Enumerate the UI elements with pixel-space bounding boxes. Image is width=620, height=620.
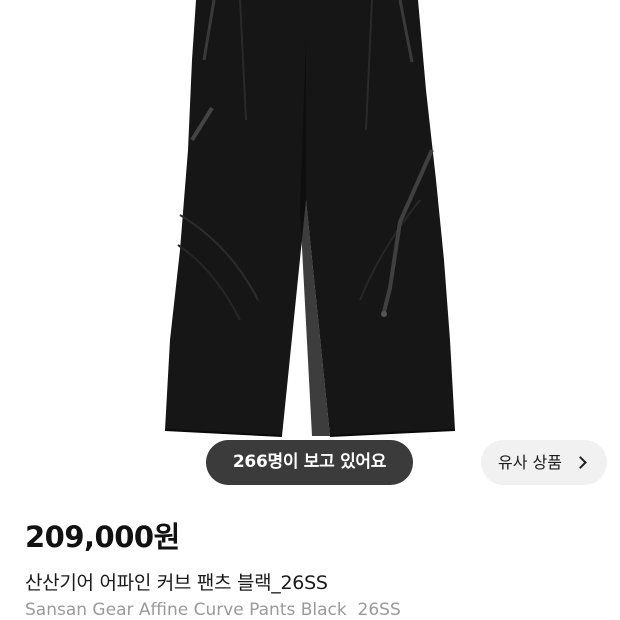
pants-illustration [164,0,456,437]
product-title-english: Sansan Gear Affine Curve Pants Black 26S… [25,600,401,620]
viewer-count-badge: 266명이 보고 있어요 [206,440,413,485]
product-price: 209,000원 [25,520,180,554]
product-image[interactable] [0,0,620,500]
product-title-korean: 산산기어 어파인 커브 팬츠 블랙_26SS [25,572,328,594]
similar-products-button[interactable]: 유사 상품 [481,440,607,485]
viewer-count-text: 266명이 보고 있어요 [232,452,387,472]
chevron-right-icon [574,456,587,469]
similar-products-label: 유사 상품 [498,453,562,472]
